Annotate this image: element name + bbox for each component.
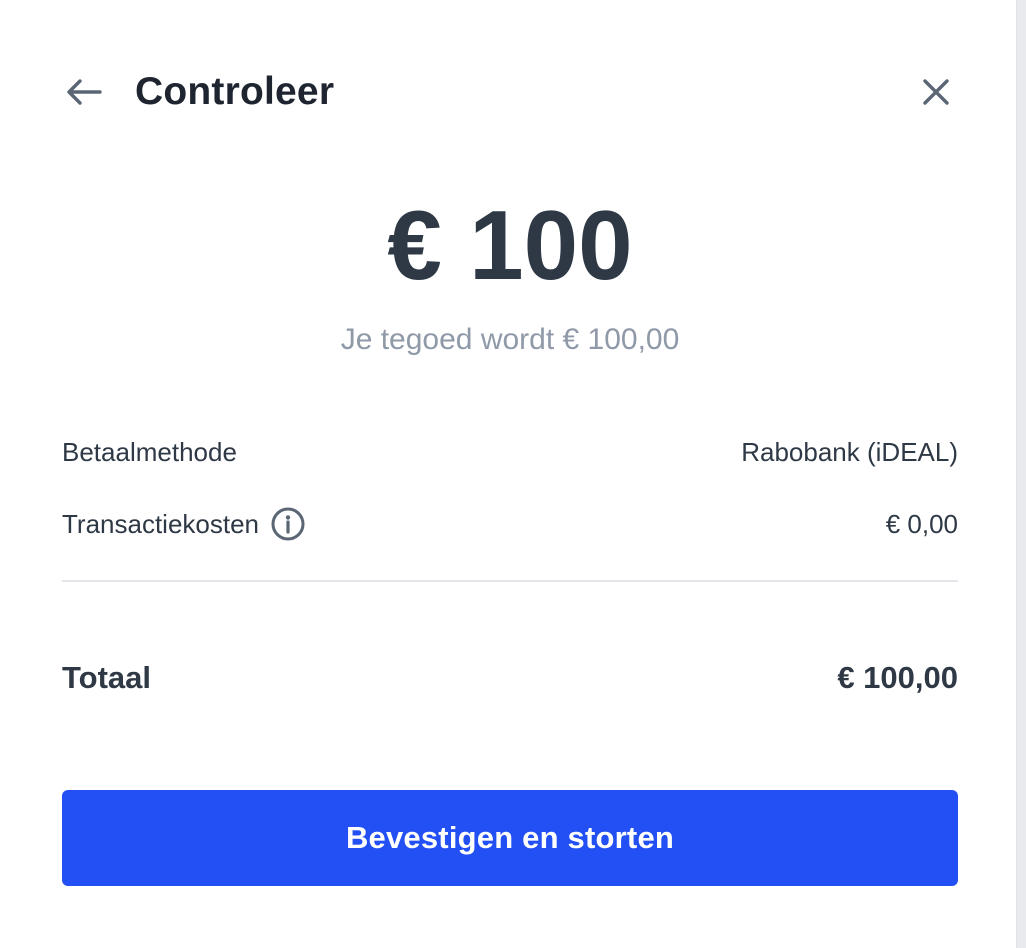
confirm-deposit-button[interactable]: Bevestigen en storten	[62, 790, 958, 886]
deposit-amount: € 100	[387, 190, 633, 300]
close-icon	[923, 79, 949, 105]
window-edge	[1016, 0, 1026, 948]
back-button[interactable]	[62, 70, 106, 114]
transaction-fee-value: € 0,00	[885, 509, 958, 539]
page-title: Controleer	[135, 70, 335, 113]
divider	[62, 580, 958, 582]
transaction-fee-label: Transactiekosten	[62, 509, 260, 539]
review-panel: Controleer € 100 Je tegoed wordt € 100,0…	[0, 0, 1016, 948]
total-label: Totaal	[62, 660, 151, 695]
transaction-fee-label-wrap: Transactiekosten	[62, 504, 305, 544]
payment-method-value: Rabobank (iDEAL)	[741, 437, 958, 467]
info-icon	[271, 507, 305, 541]
payment-method-row: Betaalmethode Rabobank (iDEAL)	[62, 432, 958, 472]
arrow-left-icon	[67, 79, 102, 105]
total-value: € 100,00	[837, 660, 958, 695]
close-button[interactable]	[914, 70, 958, 114]
info-button[interactable]	[271, 507, 305, 541]
total-row: Totaal € 100,00	[62, 656, 958, 700]
transaction-fee-row: Transactiekosten € 0,00	[62, 504, 958, 544]
header: Controleer	[62, 60, 958, 124]
new-balance-text: Je tegoed wordt € 100,00	[340, 323, 680, 356]
payment-method-label: Betaalmethode	[62, 437, 237, 467]
